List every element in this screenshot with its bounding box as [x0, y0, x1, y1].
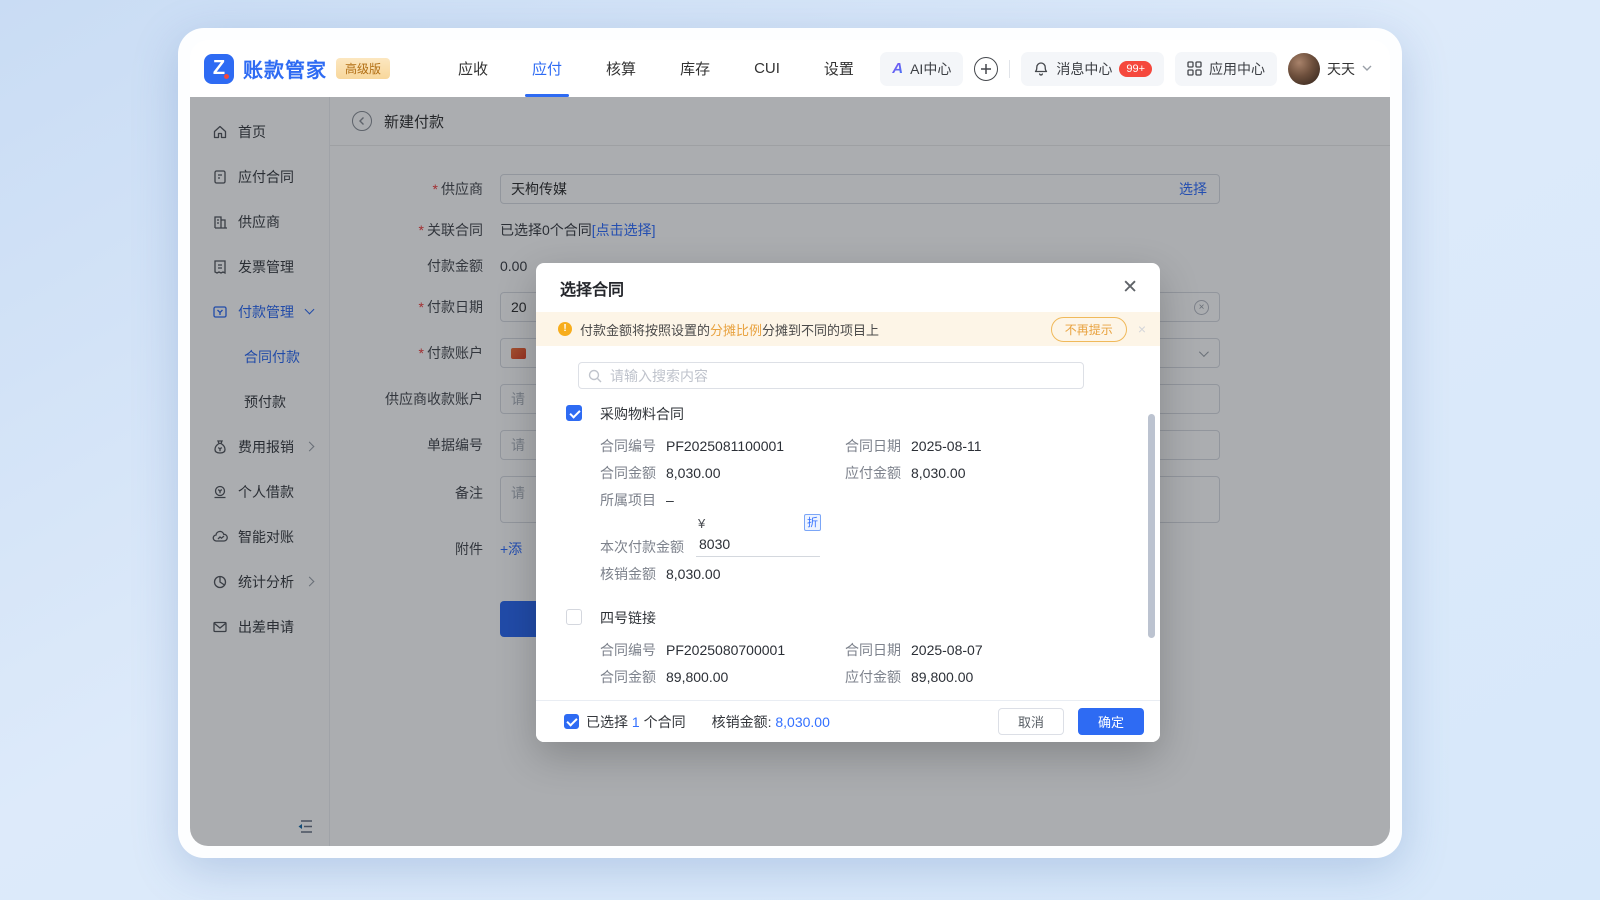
currency-symbol: ¥	[698, 516, 705, 531]
contract-date: 2025-08-11	[911, 433, 982, 460]
app-window: Z 账款管家 高级版 应收 应付 核算 库存 CUI 设置 A AI中心 消息中…	[178, 28, 1402, 858]
app-logo-icon: Z	[204, 54, 234, 84]
user-menu[interactable]: 天天	[1288, 53, 1372, 85]
app-center-button[interactable]: 应用中心	[1175, 52, 1277, 86]
avatar	[1288, 53, 1320, 85]
alert-highlight: 分摊比例	[710, 323, 762, 338]
contract-no: PF2025080700001	[666, 637, 785, 664]
pay-amount-row: 本次付款金额 ¥ 折 8030	[600, 536, 1126, 557]
brand-name: 账款管家	[243, 54, 327, 83]
scrollbar-thumb[interactable]	[1148, 414, 1155, 638]
primary-nav: 应收 应付 核算 库存 CUI 设置	[436, 40, 876, 97]
plus-icon	[980, 63, 992, 75]
contract-date: 2025-08-07	[911, 637, 983, 664]
brand[interactable]: Z 账款管家 高级版	[204, 54, 390, 84]
footer-verify-value: 8,030.00	[775, 714, 830, 730]
message-center-button[interactable]: 消息中心 99+	[1021, 52, 1164, 86]
discount-badge[interactable]: 折	[804, 514, 821, 531]
nav-tab-accounting[interactable]: 核算	[584, 40, 658, 97]
cancel-button[interactable]: 取消	[998, 708, 1064, 735]
contract-amount: 8,030.00	[666, 460, 721, 487]
alert-text: 付款金额将按照设置的分摊比例分摊到不同的项目上	[580, 320, 879, 339]
pay-amount-input[interactable]: ¥ 折 8030	[696, 536, 820, 557]
modal-footer: 已选择 1 个合同 核销金额: 8,030.00 取消 确定	[536, 700, 1160, 742]
ai-center-button[interactable]: A AI中心	[880, 52, 963, 86]
verify-amount: 8,030.00	[666, 561, 721, 588]
footer-verify-label: 核销金额:	[712, 712, 772, 732]
contract-item: 采购物料合同 合同编号PF2025081100001 合同日期2025-08-1…	[566, 404, 1126, 588]
nav-tab-payable[interactable]: 应付	[510, 40, 584, 97]
search-placeholder: 请输入搜索内容	[610, 366, 708, 386]
selected-summary: 已选择 1 个合同	[586, 712, 686, 732]
contract-payable: 8,030.00	[911, 460, 966, 487]
select-contract-modal: 选择合同 ✕ ! 付款金额将按照设置的分摊比例分摊到不同的项目上 不再提示 × …	[536, 263, 1160, 742]
dont-remind-button[interactable]: 不再提示	[1051, 317, 1127, 342]
contract-search-input[interactable]: 请输入搜索内容	[578, 362, 1084, 389]
contract-no: PF2025081100001	[666, 433, 784, 460]
close-icon[interactable]: ✕	[1122, 278, 1138, 297]
top-navbar: Z 账款管家 高级版 应收 应付 核算 库存 CUI 设置 A AI中心 消息中…	[190, 40, 1390, 97]
app-center-label: 应用中心	[1209, 59, 1265, 79]
contract-checkbox-checked[interactable]	[566, 405, 582, 421]
contract-list: 采购物料合同 合同编号PF2025081100001 合同日期2025-08-1…	[536, 402, 1160, 700]
pay-amount-value: 8030	[699, 536, 730, 552]
modal-title: 选择合同	[560, 276, 624, 300]
contract-name: 采购物料合同	[600, 404, 1126, 424]
contract-item: 四号链接 合同编号PF2025080700001 合同日期2025-08-07 …	[566, 608, 1126, 691]
user-name: 天天	[1327, 59, 1355, 79]
nav-tab-cui[interactable]: CUI	[732, 40, 802, 97]
contract-amount: 89,800.00	[666, 664, 728, 691]
message-count-badge: 99+	[1119, 61, 1152, 77]
contract-checkbox-unchecked[interactable]	[566, 609, 582, 625]
plan-badge: 高级版	[336, 58, 390, 79]
contract-payable: 89,800.00	[911, 664, 973, 691]
confirm-button[interactable]: 确定	[1078, 708, 1144, 735]
selected-count: 1	[632, 714, 640, 730]
allocation-alert: ! 付款金额将按照设置的分摊比例分摊到不同的项目上 不再提示 ×	[536, 312, 1160, 346]
search-icon	[588, 369, 602, 383]
chevron-down-icon	[1362, 65, 1372, 72]
ai-icon: A	[892, 60, 903, 77]
grid-icon	[1187, 61, 1202, 76]
bell-icon	[1033, 61, 1049, 77]
divider	[1009, 60, 1010, 78]
message-center-label: 消息中心	[1056, 59, 1112, 79]
contract-name: 四号链接	[600, 608, 1126, 628]
alert-close-icon[interactable]: ×	[1138, 321, 1146, 337]
nav-tab-inventory[interactable]: 库存	[658, 40, 732, 97]
navbar-actions: A AI中心 消息中心 99+ 应用中心 天天	[880, 52, 1372, 86]
warning-icon: !	[558, 322, 572, 336]
select-all-checkbox[interactable]	[564, 714, 579, 729]
nav-tab-receivable[interactable]: 应收	[436, 40, 510, 97]
create-button[interactable]	[974, 57, 998, 81]
modal-header: 选择合同 ✕	[536, 263, 1160, 312]
contract-project: –	[666, 487, 674, 514]
ai-center-label: AI中心	[910, 59, 951, 79]
nav-tab-settings[interactable]: 设置	[802, 40, 876, 97]
